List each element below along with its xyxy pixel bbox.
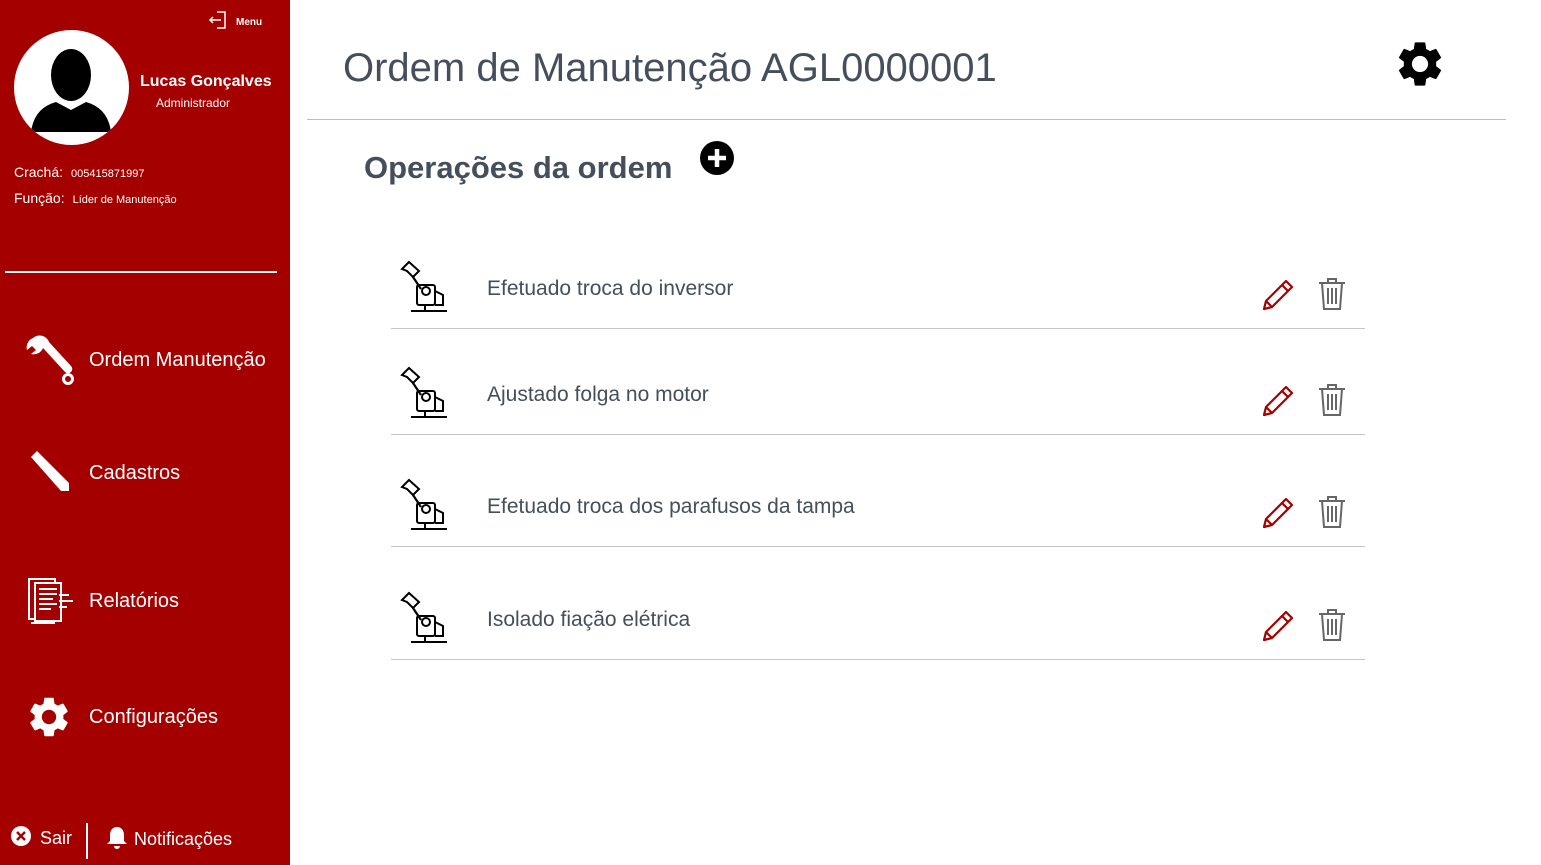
section-title: Operações da ordem [364, 150, 673, 185]
robot-arm-icon [399, 259, 449, 313]
function-info: Função: Líder de Manutenção [14, 190, 177, 206]
list-item: Efetuado troca dos parafusos da tampa [391, 477, 1365, 547]
robot-arm-icon [399, 590, 449, 644]
sidebar-item-label: Configurações [89, 705, 218, 728]
edit-button[interactable] [1260, 495, 1296, 531]
exit-menu-icon [208, 10, 228, 35]
pencil-icon [20, 444, 78, 502]
logout-label: Sair [40, 828, 73, 848]
sidebar-item-configuracoes[interactable]: Configurações [20, 688, 218, 746]
plus-circle-icon [700, 141, 734, 175]
operation-text: Efetuado troca do inversor [487, 277, 734, 300]
menu-toggle-button[interactable]: Menu [208, 10, 262, 35]
badge-value: 005415871997 [71, 168, 145, 180]
footer-divider [86, 823, 88, 859]
sidebar-divider [5, 271, 277, 273]
logout-button[interactable]: Sair [10, 825, 72, 852]
delete-button[interactable] [1317, 608, 1347, 642]
operation-text: Isolado fiação elétrica [487, 608, 691, 631]
sidebar-item-label: Relatórios [89, 589, 180, 612]
notifications-button[interactable]: Notificações [106, 825, 232, 854]
sidebar-item-cadastros[interactable]: Cadastros [20, 444, 180, 502]
delete-button[interactable] [1317, 277, 1347, 311]
badge-info: Crachá: 005415871997 [14, 164, 144, 180]
sidebar-footer: Sair Notificações [0, 815, 290, 865]
pencil-icon [1262, 610, 1294, 642]
robot-arm-icon [399, 477, 449, 531]
badge-label: Crachá: [14, 164, 64, 180]
page-title: Ordem de Manutenção AGL0000001 [343, 46, 997, 90]
operation-text: Efetuado troca dos parafusos da tampa [487, 495, 855, 518]
edit-button[interactable] [1260, 277, 1296, 313]
add-operation-button[interactable] [699, 140, 735, 176]
gear-icon [20, 688, 78, 746]
gear-icon [1398, 42, 1442, 86]
function-label: Função: [14, 190, 65, 206]
edit-button[interactable] [1260, 383, 1296, 419]
list-item: Isolado fiação elétrica [391, 590, 1365, 660]
trash-icon [1319, 609, 1345, 641]
function-value: Líder de Manutenção [72, 194, 177, 206]
delete-button[interactable] [1317, 383, 1347, 417]
avatar [14, 30, 129, 145]
pencil-icon [1262, 279, 1294, 311]
wrench-icon [20, 331, 78, 389]
user-name: Lucas Gonçalves [140, 73, 272, 90]
edit-button[interactable] [1260, 608, 1296, 644]
sidebar-item-relatorios[interactable]: Relatórios [20, 572, 179, 630]
sidebar-item-label: Ordem Manutenção [89, 348, 266, 371]
header-divider [307, 119, 1506, 120]
robot-arm-icon [399, 365, 449, 419]
list-item: Efetuado troca do inversor [391, 259, 1365, 329]
bell-icon [106, 825, 128, 854]
pencil-icon [1262, 385, 1294, 417]
delete-button[interactable] [1317, 495, 1347, 529]
trash-icon [1319, 278, 1345, 310]
notifications-label: Notificações [134, 829, 233, 849]
sidebar-item-ordem-manutencao[interactable]: Ordem Manutenção [20, 331, 266, 389]
settings-button[interactable] [1393, 37, 1447, 91]
sidebar: Menu Lucas Gonçalves Administrador Crach… [0, 0, 290, 865]
trash-icon [1319, 496, 1345, 528]
user-role: Administrador [156, 96, 231, 110]
operation-text: Ajustado folga no motor [487, 383, 709, 406]
close-circle-icon [10, 825, 32, 852]
report-icon [20, 572, 78, 630]
pencil-icon [1262, 497, 1294, 529]
menu-label: Menu [236, 17, 263, 28]
app-window: Menu Lucas Gonçalves Administrador Crach… [0, 0, 1541, 865]
trash-icon [1319, 384, 1345, 416]
list-item: Ajustado folga no motor [391, 365, 1365, 435]
sidebar-item-label: Cadastros [89, 461, 181, 484]
user-silhouette-icon [31, 49, 111, 132]
